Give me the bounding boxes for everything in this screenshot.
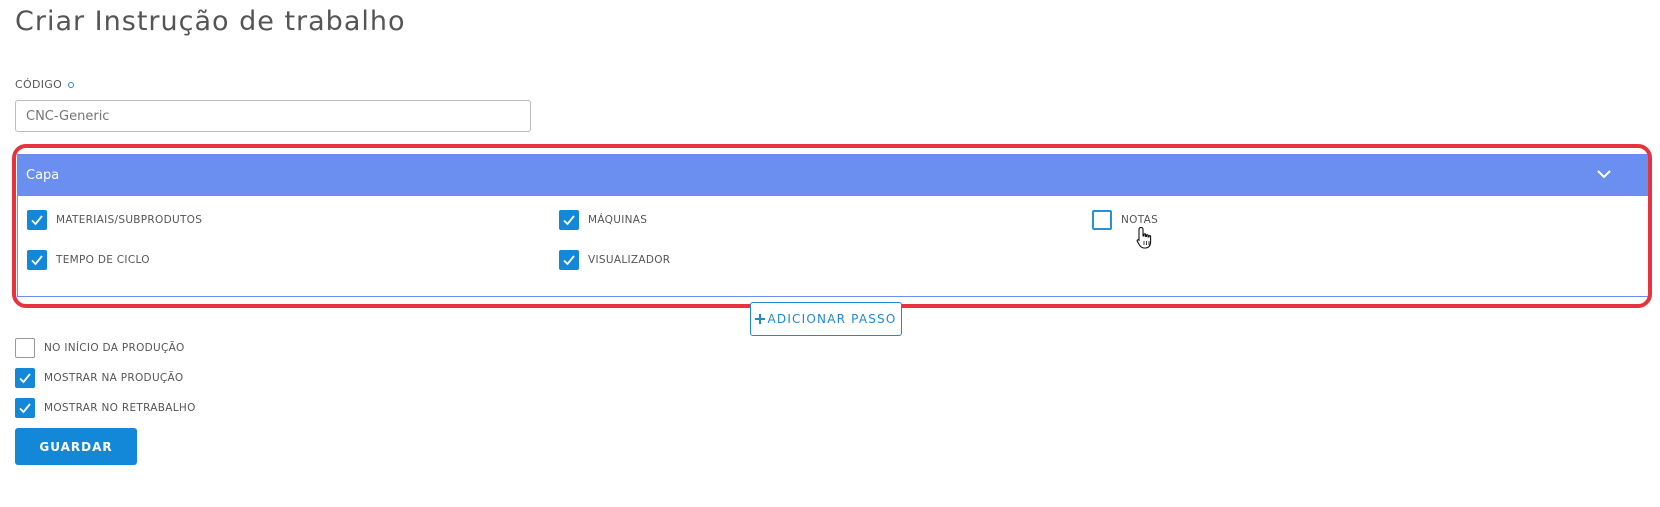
check-icon [563, 255, 575, 266]
plus-icon [755, 314, 766, 324]
code-field-label: CÓDIGO [15, 78, 75, 91]
code-input[interactable] [15, 100, 531, 132]
checkbox-checked[interactable] [559, 210, 579, 230]
check-icon [31, 255, 43, 266]
option-no-inicio-da-producao[interactable]: NO INÍCIO DA PRODUÇÃO [15, 338, 185, 358]
capa-panel-title: Capa [26, 167, 60, 183]
option-mostrar-no-retrabalho[interactable]: MOSTRAR NO RETRABALHO [15, 398, 196, 418]
capa-panel-header[interactable]: Capa [18, 154, 1649, 196]
chevron-down-icon[interactable] [1597, 167, 1611, 181]
option-mostrar-na-producao[interactable]: MOSTRAR NA PRODUÇÃO [15, 368, 183, 388]
check-icon [563, 215, 575, 226]
check-icon [19, 373, 31, 384]
capa-option-label: TEMPO DE CICLO [56, 254, 150, 266]
checkbox-unchecked[interactable] [1092, 210, 1112, 230]
checkbox-checked[interactable] [15, 398, 35, 418]
capa-option-maquinas[interactable]: MÁQUINAS [559, 210, 647, 230]
capa-option-notas[interactable]: NOTAS [1092, 210, 1158, 230]
checkbox-checked[interactable] [15, 368, 35, 388]
capa-option-visualizador[interactable]: VISUALIZADOR [559, 250, 670, 270]
page-title: Criar Instrução de trabalho [15, 6, 406, 37]
capa-option-label: MATERIAIS/SUBPRODUTOS [56, 214, 203, 226]
required-indicator-icon [68, 81, 75, 88]
add-step-button[interactable]: ADICIONAR PASSO [750, 302, 902, 336]
check-icon [31, 215, 43, 226]
capa-option-materiais[interactable]: MATERIAIS/SUBPRODUTOS [27, 210, 202, 230]
option-label: MOSTRAR NA PRODUÇÃO [44, 372, 184, 384]
capa-option-label: NOTAS [1121, 214, 1159, 226]
checkbox-unchecked[interactable] [15, 338, 35, 358]
option-label: MOSTRAR NO RETRABALHO [44, 402, 196, 414]
code-label-text: CÓDIGO [15, 78, 63, 91]
checkbox-checked[interactable] [27, 210, 47, 230]
capa-option-label: VISUALIZADOR [588, 254, 671, 266]
add-step-label: ADICIONAR PASSO [767, 312, 897, 326]
capa-option-tempo-de-ciclo[interactable]: TEMPO DE CICLO [27, 250, 150, 270]
check-icon [19, 403, 31, 414]
option-label: NO INÍCIO DA PRODUÇÃO [44, 342, 185, 354]
checkbox-checked[interactable] [27, 250, 47, 270]
checkbox-checked[interactable] [559, 250, 579, 270]
capa-panel: Capa MATERIAIS/SUBPRODUTOS MÁQUINAS NOTA… [17, 154, 1650, 297]
capa-option-label: MÁQUINAS [588, 214, 648, 226]
save-button[interactable]: GUARDAR [15, 428, 137, 465]
